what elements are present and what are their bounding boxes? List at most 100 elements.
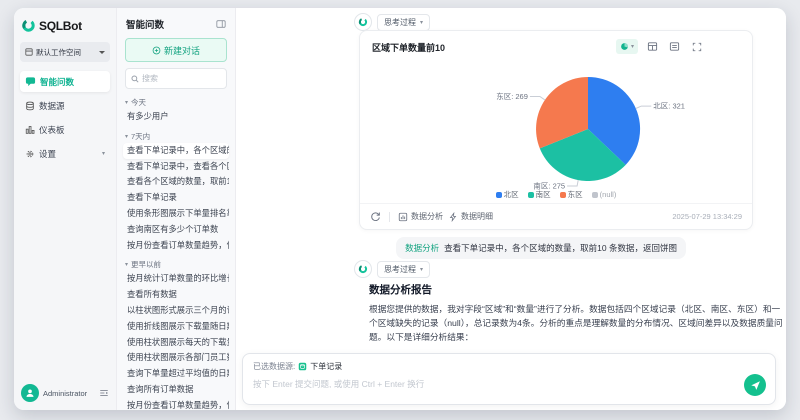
legend-item[interactable]: 南区 (527, 189, 551, 200)
data-analysis-button[interactable]: 数据分析 (398, 211, 443, 222)
chat-history-item[interactable]: 按月份查看订单数量趋势，使用折... (123, 398, 229, 410)
main-chat-area: 思考过程 ▾ 区域下单数量前10 ▾ 北区: 321 南区: 275 东区: 2… (236, 8, 786, 410)
pie-label-line (529, 96, 546, 101)
sqlbot-logo-icon (21, 18, 36, 33)
workspace-selector[interactable]: 默认工作空间 (20, 42, 110, 62)
selected-datasource-label: 已选数据源: (253, 362, 296, 371)
chat-history-item[interactable]: 使用折线图展示下载量随日期的变... (123, 319, 229, 335)
chevron-down-icon: ▾ (125, 133, 129, 140)
chart-toolbar: ▾ (615, 39, 704, 54)
collapse-sidebar-icon[interactable] (99, 388, 109, 398)
fullscreen-icon[interactable] (689, 39, 704, 54)
chat-history-item[interactable]: 查看下单记录中，各个区域的数量... (123, 142, 229, 159)
report-title: 数据分析报告 (369, 284, 432, 296)
question-input-box: 已选数据源: 下单记录 按下 Enter 提交问题, 或使用 Ctrl + En… (242, 353, 776, 405)
chevron-down-icon: ▾ (420, 19, 424, 26)
logo: SQLBot (20, 16, 110, 42)
thinking-process-toggle[interactable]: 思考过程 ▾ (377, 13, 431, 31)
search-placeholder: 搜索 (142, 74, 158, 83)
report-paragraph: 根据您提供的数据，我对字段“区域”和“数量”进行了分析。数据包括四个区域记录（北… (369, 304, 783, 342)
bot-message-header: 思考过程 ▾ (354, 260, 431, 278)
table-view-icon[interactable] (645, 39, 660, 54)
message-mode-tag: 数据分析 (405, 243, 440, 253)
chat-section-list: ▾今天有多少用户 ▾7天内查看下单记录中，各个区域的数量...查看下单记录中，查看… (117, 91, 235, 410)
datasource-icon (298, 362, 307, 371)
chat-section-label[interactable]: ▾ 今天 (125, 97, 227, 108)
sidebar-item-settings[interactable]: 设置 ▾ (20, 143, 110, 164)
username-label: Administrator (43, 388, 88, 398)
sidebar-item-dashboard[interactable]: 仪表板 (20, 119, 110, 140)
chat-history-item[interactable]: 查询所有订单数据 (123, 382, 229, 398)
chevron-down-icon: ▾ (630, 44, 634, 50)
chat-history-item[interactable]: 使用柱状图展示各部门员工数 (123, 350, 229, 366)
divider (389, 211, 390, 222)
analysis-icon (398, 212, 408, 222)
sidebar-item-chat[interactable]: 智能问数 (20, 71, 110, 92)
database-icon (25, 101, 35, 111)
chat-history-item[interactable]: 按月统计订单数量的环比增长率 (123, 271, 229, 287)
pie-chart-icon (620, 42, 629, 51)
refresh-icon[interactable] (370, 211, 381, 222)
gear-icon (25, 149, 35, 159)
chat-history-item[interactable]: 查看下单记录中，查看各个区域的... (123, 159, 229, 175)
chat-history-item[interactable]: 以柱状图形式展示三个月的订单量 (123, 303, 229, 319)
chevron-down-icon: ▾ (125, 262, 129, 269)
lightning-icon (448, 211, 458, 222)
chat-history-item[interactable]: 查询下单量超过平均值的日期 (123, 366, 229, 382)
chat-history-item[interactable]: 使用柱状图展示每天的下载量变化 (123, 335, 229, 351)
chat-history-item[interactable]: 查看各个区域的数量，取前10 条数... (123, 174, 229, 190)
legend-label: 北区 (503, 190, 519, 199)
legend-marker (591, 191, 598, 198)
chat-history-item[interactable]: 查看所有数据 (123, 287, 229, 303)
legend-item[interactable]: 东区 (559, 189, 583, 200)
pie-label: 北区: 321 (653, 102, 685, 111)
chat-history-item[interactable]: 有多少用户 (123, 109, 229, 125)
legend-item[interactable]: 北区 (495, 189, 519, 200)
legend-label: 东区 (567, 190, 583, 199)
chat-history-item[interactable]: 按月份查看订单数量趋势，使用折... (123, 238, 229, 254)
bar-chart-icon (25, 125, 35, 135)
app-title: SQLBot (39, 18, 82, 33)
legend-marker (559, 191, 566, 198)
chat-history-item[interactable]: 查询南区有多少个订单数 (123, 222, 229, 238)
chat-bubble-icon (25, 76, 36, 87)
pie-label: 东区: 269 (496, 91, 528, 101)
chevron-down-icon (99, 50, 105, 54)
workspace-label: 默认工作空间 (36, 47, 81, 57)
pie-label-line (567, 180, 579, 187)
bot-avatar (354, 13, 372, 31)
legend-label: 南区 (535, 190, 551, 199)
sql-view-icon[interactable] (667, 39, 682, 54)
workspace-icon (25, 48, 33, 56)
question-input[interactable]: 按下 Enter 提交问题, 或使用 Ctrl + Enter 换行 (253, 378, 765, 390)
plus-circle-icon (152, 46, 161, 55)
user-message-row: 数据分析 查看下单记录中，各个区域的数量，取前10 条数据，返回饼图 (236, 237, 686, 259)
chart-type-select[interactable]: ▾ (615, 39, 638, 54)
collapse-panel-icon[interactable] (216, 19, 226, 29)
chevron-down-icon: ▾ (420, 266, 424, 273)
pie-chart: 北区: 321 南区: 275 东区: 269 (360, 57, 752, 191)
app-window: SQLBot 默认工作空间 智能问数 数据源 仪表板 设置 ▾ Administ… (14, 8, 786, 410)
chart-timestamp: 2025-07-29 13:34:29 (672, 212, 742, 221)
chat-section-label[interactable]: ▾ 更早以前 (125, 259, 227, 270)
search-input[interactable]: 搜索 (125, 68, 227, 89)
bot-message-header: 思考过程 ▾ (354, 13, 431, 31)
user-message-text: 查看下单记录中，各个区域的数量，取前10 条数据，返回饼图 (444, 243, 677, 253)
panel-title: 智能问数 (126, 20, 165, 31)
thinking-process-toggle[interactable]: 思考过程 ▾ (377, 260, 431, 278)
datasource-name[interactable]: 下单记录 (310, 361, 342, 372)
search-icon (131, 74, 139, 83)
chat-history-panel: 智能问数 新建对话 搜索 ▾今天有多少用户 ▾7天内查看下单记录中，各个区域的数量… (116, 8, 236, 410)
chat-history-item[interactable]: 查看下单记录 (123, 190, 229, 206)
legend-label: (null) (599, 190, 617, 199)
bot-avatar (354, 260, 372, 278)
send-button[interactable] (744, 374, 766, 396)
chat-section-label[interactable]: ▾ 7天内 (125, 131, 227, 142)
sidebar-item-datasource[interactable]: 数据源 (20, 95, 110, 116)
pie-label-line (635, 105, 652, 109)
new-chat-button[interactable]: 新建对话 (125, 38, 227, 62)
legend-item[interactable]: (null) (591, 190, 617, 199)
user-account[interactable]: Administrator (20, 384, 110, 402)
data-detail-button[interactable]: 数据明细 (448, 211, 493, 222)
chat-history-item[interactable]: 使用条形图展示下单量排名靠前的日... (123, 206, 229, 222)
